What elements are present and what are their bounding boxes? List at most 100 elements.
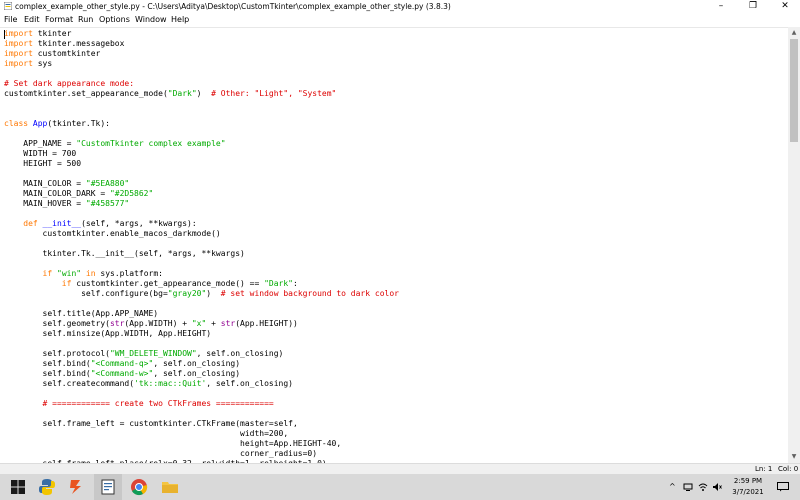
code-token: customtkinter.get_appearance_mode() == [71, 279, 265, 288]
code-line[interactable] [4, 339, 399, 349]
volume-icon[interactable] [712, 482, 722, 492]
maximize-button[interactable]: ❐ [740, 0, 766, 13]
code-line[interactable]: self.configure(bg="gray20") # set window… [4, 289, 399, 299]
folder-icon[interactable] [160, 477, 180, 497]
code-line[interactable]: import tkinter [4, 29, 399, 39]
code-token: APP_NAME = [4, 139, 77, 148]
code-token: customtkinter.set_appearance_mode( [4, 89, 168, 98]
code-line[interactable]: # Set dark appearance mode: [4, 79, 399, 89]
menu-run[interactable]: Run [78, 13, 93, 27]
start-icon[interactable] [8, 477, 28, 497]
code-line[interactable]: if customtkinter.get_appearance_mode() =… [4, 279, 399, 289]
code-token: MAIN_HOVER = [4, 199, 86, 208]
code-line[interactable]: self.bind("<Command-w>", self.on_closing… [4, 369, 399, 379]
tray-overflow-chevron-icon[interactable]: ^ [669, 474, 676, 500]
code-text[interactable]: import tkinter import tkinter.messagebox i… [4, 29, 399, 464]
code-line[interactable] [4, 389, 399, 399]
chrome-icon[interactable] [129, 477, 149, 497]
code-token: self.geometry( [4, 319, 110, 328]
code-line[interactable]: import sys [4, 59, 399, 69]
code-token: str [220, 319, 236, 328]
code-token: , self.on_closing) [153, 369, 241, 378]
code-line[interactable]: self.protocol("WM_DELETE_WINDOW", self.o… [4, 349, 399, 359]
code-line[interactable]: customtkinter.set_appearance_mode("Dark"… [4, 89, 399, 99]
code-line[interactable]: self.title(App.APP_NAME) [4, 309, 399, 319]
code-token: "win" [57, 269, 82, 278]
code-token: class [4, 119, 29, 128]
code-line[interactable]: self.frame_left = customtkinter.CTkFrame… [4, 419, 399, 429]
close-button[interactable]: ✕ [772, 0, 798, 13]
code-token: width=200, [4, 429, 289, 438]
code-line[interactable] [4, 69, 399, 79]
python-idle-icon[interactable] [37, 477, 57, 497]
code-line[interactable]: APP_NAME = "CustomTkinter complex exampl… [4, 139, 399, 149]
code-line[interactable] [4, 169, 399, 179]
code-line[interactable] [4, 409, 399, 419]
code-token: tkinter.Tk.__init__(self, *args, **kwarg… [4, 249, 245, 258]
network-icon[interactable] [683, 482, 693, 492]
window-title: complex_example_other_style.py - C:\User… [15, 2, 451, 11]
system-clock[interactable]: 2:59 PM 3/7/2021 [728, 476, 768, 498]
menu-edit[interactable]: Edit [24, 13, 40, 27]
code-token: ) [206, 289, 221, 298]
code-line[interactable]: tkinter.Tk.__init__(self, *args, **kwarg… [4, 249, 399, 259]
code-line[interactable]: corner_radius=0) [4, 449, 399, 459]
notifications-icon[interactable] [777, 482, 789, 492]
code-line[interactable] [4, 209, 399, 219]
code-token: if [61, 279, 72, 288]
code-token: # ============ create two CTkFrames ====… [42, 399, 274, 408]
minimize-button[interactable]: – [708, 0, 734, 13]
code-token: "<Command-w>" [90, 369, 154, 378]
code-line[interactable]: def __init__(self, *args, **kwargs): [4, 219, 399, 229]
scrollbar-thumb[interactable] [790, 39, 798, 142]
menu-format[interactable]: Format [45, 13, 73, 27]
code-line[interactable]: self.minsize(App.WIDTH, App.HEIGHT) [4, 329, 399, 339]
code-line[interactable]: MAIN_COLOR = "#5EA880" [4, 179, 399, 189]
code-token: # Other: "Light", "System" [211, 89, 337, 98]
code-editor[interactable]: import tkinter import tkinter.messagebox i… [0, 27, 788, 464]
scroll-down-arrow-icon[interactable]: ▼ [788, 452, 800, 462]
menu-file[interactable]: File [4, 13, 17, 27]
code-token: "Dark" [167, 89, 197, 98]
file-explorer-icon[interactable] [98, 477, 118, 497]
clock-date: 3/7/2021 [732, 488, 764, 496]
media-app-icon[interactable] [66, 477, 86, 497]
code-line[interactable]: height=App.HEIGHT-40, [4, 439, 399, 449]
code-line[interactable]: MAIN_HOVER = "#458577" [4, 199, 399, 209]
code-line[interactable]: self.geometry(str(App.WIDTH) + "x" + str… [4, 319, 399, 329]
code-line[interactable]: HEIGHT = 500 [4, 159, 399, 169]
code-token: MAIN_COLOR = [4, 179, 86, 188]
code-line[interactable]: width=200, [4, 429, 399, 439]
code-line[interactable]: customtkinter.enable_macos_darkmode() [4, 229, 399, 239]
code-line[interactable] [4, 299, 399, 309]
code-line[interactable]: class App(tkinter.Tk): [4, 119, 399, 129]
taskbar: ^ 2:59 PM 3/7/2021 [0, 474, 800, 500]
code-line[interactable] [4, 239, 399, 249]
code-line[interactable]: MAIN_COLOR_DARK = "#2D5862" [4, 189, 399, 199]
code-line[interactable]: WIDTH = 700 [4, 149, 399, 159]
code-token: ) [196, 89, 212, 98]
code-token: self.bind( [4, 369, 91, 378]
code-line[interactable]: import customtkinter [4, 49, 399, 59]
code-line[interactable]: import tkinter.messagebox [4, 39, 399, 49]
wifi-icon[interactable] [698, 482, 708, 492]
code-line[interactable]: self.createcommand('tk::mac::Quit', self… [4, 379, 399, 389]
code-line[interactable] [4, 109, 399, 119]
code-line[interactable]: # ============ create two CTkFrames ====… [4, 399, 399, 409]
code-line[interactable]: if "win" in sys.platform: [4, 269, 399, 279]
code-token: self.minsize(App.WIDTH, App.HEIGHT) [4, 329, 212, 338]
code-line[interactable] [4, 99, 399, 109]
scroll-up-arrow-icon[interactable]: ▲ [788, 28, 800, 38]
menu-help[interactable]: Help [171, 13, 189, 27]
menu-options[interactable]: Options [99, 13, 130, 27]
code-line[interactable] [4, 259, 399, 269]
code-token: str [109, 319, 125, 328]
code-line[interactable]: self.bind("<Command-q>", self.on_closing… [4, 359, 399, 369]
code-token: , self.on_closing) [206, 379, 293, 388]
menu-window[interactable]: Window [135, 13, 167, 27]
code-token: MAIN_COLOR_DARK = [4, 189, 110, 198]
code-line[interactable] [4, 129, 399, 139]
